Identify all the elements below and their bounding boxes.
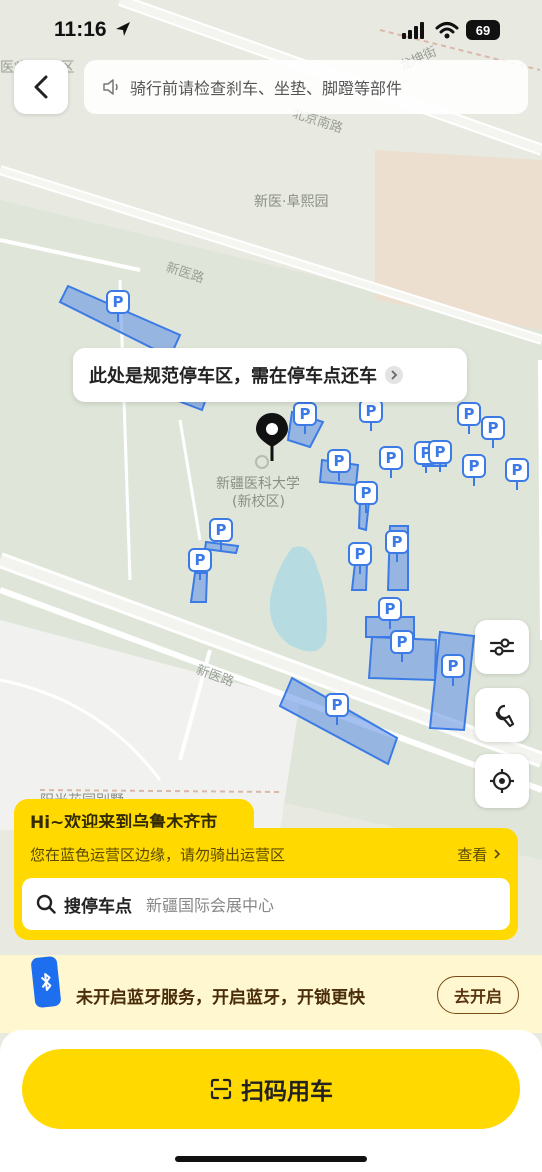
parking-pin[interactable]: P	[481, 416, 505, 448]
status-time-text: 11:16	[54, 18, 107, 41]
parking-pin-label: P	[359, 399, 383, 423]
bluetooth-prompt: 未开启蓝牙服务，开启蓝牙，开锁更快 去开启	[0, 955, 542, 1033]
parking-pin-label: P	[188, 548, 212, 572]
parking-pin[interactable]: P	[209, 518, 233, 550]
scan-to-ride-button[interactable]: 扫码用车	[22, 1049, 520, 1129]
place-label-campus: 新疆医科大学	[216, 476, 300, 492]
parking-pin[interactable]: P	[378, 597, 402, 629]
parking-pin-label: P	[428, 440, 452, 464]
parking-pin[interactable]: P	[354, 481, 378, 513]
parking-pin-label: P	[379, 446, 403, 470]
parking-pin[interactable]: P	[462, 454, 486, 486]
location-arrow-icon	[116, 22, 131, 36]
parking-pin-label: P	[348, 542, 372, 566]
place-label-xinyi-fuxiyuan: 新医·阜熙园	[254, 194, 329, 210]
parking-pin-label: P	[462, 454, 486, 478]
parking-pin[interactable]: P	[327, 449, 351, 481]
parking-zone-tip[interactable]: 此处是规范停车区，需在停车点还车	[73, 348, 467, 402]
parking-pin[interactable]: P	[348, 542, 372, 574]
parking-pin[interactable]: P	[390, 630, 414, 662]
enable-bluetooth-button[interactable]: 去开启	[437, 976, 519, 1014]
parking-pin[interactable]: P	[385, 530, 409, 562]
parking-pin-label: P	[327, 449, 351, 473]
filter-icon	[489, 638, 515, 656]
speaker-icon	[103, 79, 118, 95]
chevron-right-icon	[385, 366, 403, 384]
parking-pin-label: P	[441, 654, 465, 678]
view-link-label: 查看	[457, 846, 488, 864]
status-indicators: 69	[402, 20, 500, 40]
parking-pin-label: P	[390, 630, 414, 654]
operation-zone-note: 您在蓝色运营区边缘，请勿骑出运营区	[30, 846, 286, 864]
search-label: 搜停车点	[64, 896, 132, 917]
search-icon	[36, 894, 56, 914]
filter-button[interactable]	[475, 620, 529, 674]
scan-icon	[210, 1078, 232, 1100]
home-indicator	[175, 1156, 367, 1162]
parking-pin-label: P	[325, 693, 349, 717]
wifi-icon	[435, 22, 459, 39]
safety-notice: 骑行前请检查刹车、坐垫、脚蹬等部件	[84, 60, 528, 114]
back-button[interactable]	[14, 60, 68, 114]
parking-pin-label: P	[293, 402, 317, 426]
parking-pin-label: P	[209, 518, 233, 542]
parking-pin-label: P	[354, 481, 378, 505]
parking-pin[interactable]: P	[106, 290, 130, 322]
parking-pin[interactable]: P	[441, 654, 465, 686]
locate-icon	[490, 769, 514, 793]
parking-pin[interactable]: P	[188, 548, 212, 580]
parking-pin[interactable]: P	[293, 402, 317, 434]
safety-notice-text: 骑行前请检查刹车、坐垫、脚蹬等部件	[130, 79, 403, 98]
bluetooth-icon	[30, 955, 62, 1009]
battery-indicator: 69	[466, 20, 500, 40]
parking-pin-label: P	[481, 416, 505, 440]
locate-button[interactable]	[475, 754, 529, 808]
parking-pin[interactable]: P	[379, 446, 403, 478]
welcome-card: 您在蓝色运营区边缘，请勿骑出运营区 查看 搜停车点 新疆国际会展中心	[14, 828, 518, 940]
parking-pin[interactable]: P	[325, 693, 349, 725]
wrench-icon	[495, 704, 515, 728]
parking-pin[interactable]: P	[428, 440, 452, 472]
chevron-left-icon	[34, 75, 48, 99]
view-link[interactable]: 查看	[457, 844, 502, 865]
parking-pin[interactable]: P	[359, 399, 383, 431]
parking-zone-tip-text: 此处是规范停车区，需在停车点还车	[89, 366, 377, 387]
place-label-campus-sub: (新校区)	[232, 494, 285, 510]
parking-pin-label: P	[385, 530, 409, 554]
parking-search-bar[interactable]: 搜停车点 新疆国际会展中心	[22, 878, 510, 930]
search-placeholder: 新疆国际会展中心	[146, 896, 275, 915]
parking-pin[interactable]: P	[505, 458, 529, 490]
scan-to-ride-label: 扫码用车	[241, 1078, 333, 1104]
chevron-right-icon	[494, 849, 501, 859]
repair-button[interactable]	[475, 688, 529, 742]
signal-icon	[402, 22, 424, 39]
parking-pin-label: P	[106, 290, 130, 314]
parking-pin-label: P	[505, 458, 529, 482]
bluetooth-prompt-text: 未开启蓝牙服务，开启蓝牙，开锁更快	[76, 988, 365, 1008]
parking-pin-label: P	[378, 597, 402, 621]
status-time: 11:16	[54, 18, 132, 42]
parking-pin-label: P	[457, 402, 481, 426]
parking-pin[interactable]: P	[457, 402, 481, 434]
user-location-pin	[256, 413, 288, 461]
